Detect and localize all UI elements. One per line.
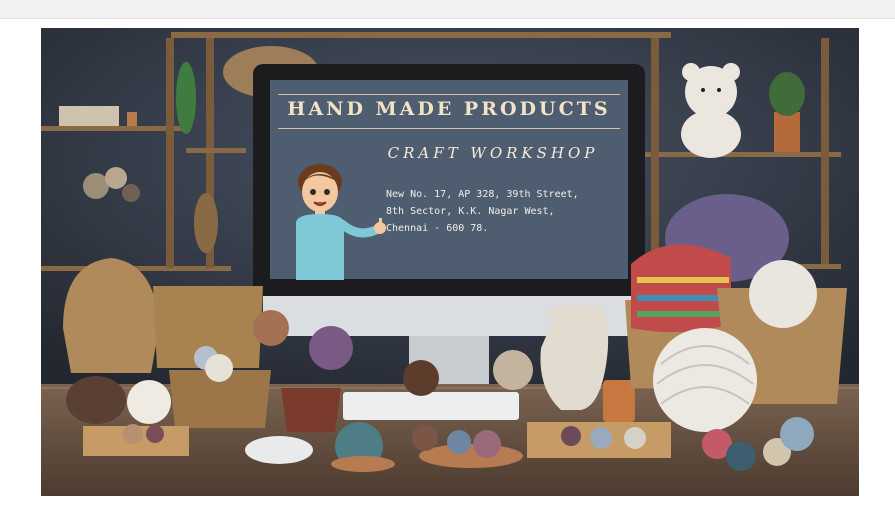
address-line: New No. 17, AP 328, 39th Street, xyxy=(386,189,579,200)
title-rule-top xyxy=(278,94,620,95)
workshop-address: New No. 17, AP 328, 39th Street, 8th Sec… xyxy=(386,186,579,237)
browser-top-bar xyxy=(0,0,895,19)
cartoon-boy-illustration xyxy=(296,164,386,280)
workshop-photo: HAND MADE PRODUCTS CRAFT WORKSHOP New No… xyxy=(41,28,859,496)
screen-subtitle: CRAFT WORKSHOP xyxy=(387,144,599,162)
title-rule-bottom xyxy=(278,128,620,129)
address-line: Chennai - 600 78. xyxy=(386,223,489,234)
screen-title: HAND MADE PRODUCTS xyxy=(287,98,611,120)
address-line: 8th Sector, K.K. Nagar West, xyxy=(386,206,555,217)
monitor-screen: HAND MADE PRODUCTS CRAFT WORKSHOP New No… xyxy=(270,80,628,280)
